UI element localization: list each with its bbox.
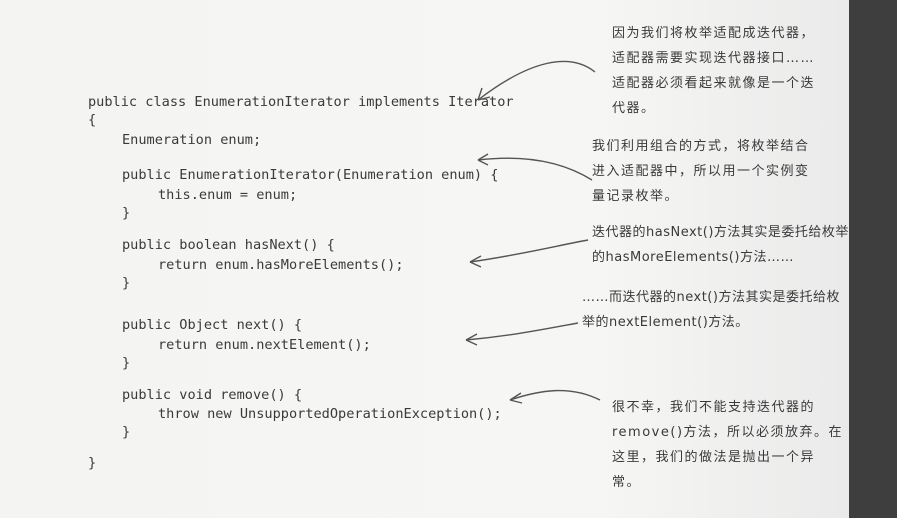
arrow-icon (477, 60, 596, 101)
annotation-arrows (465, 60, 601, 404)
arrow-icon (477, 157, 593, 181)
arrow-icon (465, 322, 579, 341)
arrow-icon (509, 389, 601, 401)
arrow-icon (469, 239, 589, 263)
